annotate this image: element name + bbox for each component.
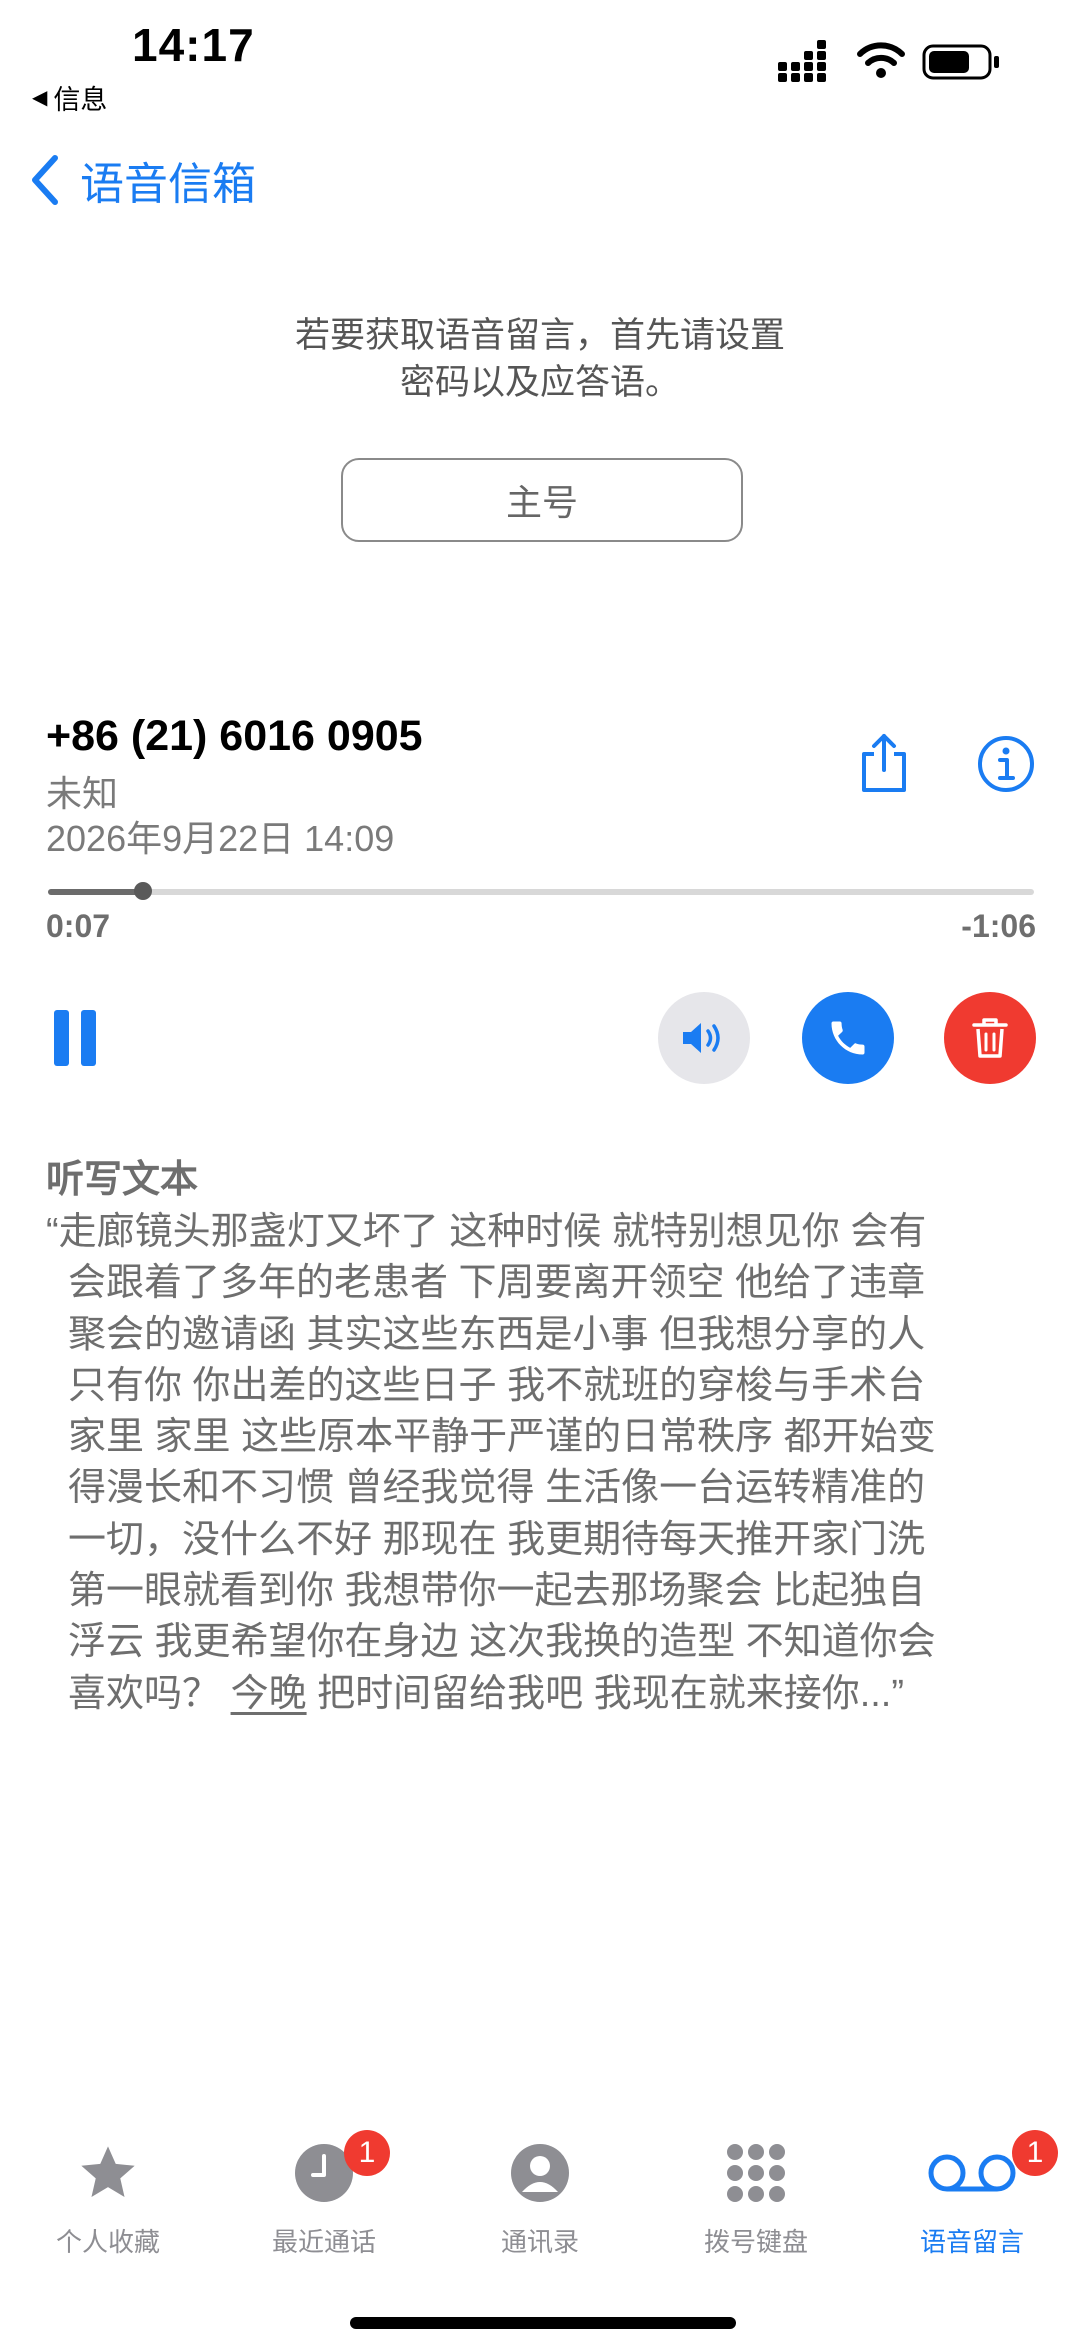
tab-favorites[interactable]: 个人收藏	[0, 2138, 216, 2259]
tab-recents-label: 最近通话	[271, 2227, 376, 2257]
transcript-line-last: 喜欢吗？ 今晚 把时间留给我吧 我现在就来接你...”	[46, 1669, 1046, 1720]
transcript-line: “走廊镜头那盏灯又坏了 这种时候 就特别想见你 会有	[46, 1211, 927, 1253]
setup-message: 若要获取语音留言，首先请设置 密码以及应答语。	[0, 312, 1080, 406]
star-icon	[81, 2146, 135, 2197]
transcript-line: 浮云 我更希望你在身边 这次我换的造型 不知道你会	[68, 1621, 936, 1664]
tab-voicemail[interactable]: 1 语音留言	[864, 2130, 1080, 2259]
call-back-button[interactable]	[802, 992, 894, 1084]
pause-button[interactable]	[54, 1010, 96, 1066]
transcript-line: 一切，没什么不好 那现在 我更期待每天推开家门洗	[68, 1518, 926, 1561]
tab-contacts-label: 通讯录	[500, 2227, 579, 2257]
transcript-date-link[interactable]: 今晚	[231, 1673, 307, 1715]
playback-progress-fill	[48, 889, 143, 895]
trash-icon	[972, 1018, 1008, 1058]
main-number-button[interactable]: 主号	[341, 458, 743, 542]
status-time: 14:17	[132, 19, 255, 71]
transcript-text: “走廊镜头那盏灯又坏了 这种时候 就特别想见你 会有 会跟着了多年的老患者 下周…	[46, 1207, 1046, 1720]
share-icon[interactable]	[856, 732, 912, 794]
transcript-line: 会跟着了多年的老患者 下周要离开领空 他给了违章	[68, 1262, 926, 1305]
voicemail-back-button[interactable]: 语音信箱	[30, 148, 256, 212]
recents-badge: 1	[344, 2130, 390, 2176]
info-icon[interactable]	[976, 734, 1036, 794]
caller-phone-number: +86 (21) 6016 0905	[46, 712, 423, 760]
transcript-line: 聚会的邀请函 其实这些东西是小事 但我想分享的人	[68, 1313, 926, 1356]
tab-favorites-label: 个人收藏	[55, 2227, 160, 2257]
transcript-line: 得漫长和不习惯 曾经我觉得 生活像一台运转精准的	[68, 1467, 926, 1510]
tab-keypad[interactable]: 拨号键盘	[648, 2138, 864, 2259]
tab-recents[interactable]: 1 最近通话	[216, 2130, 432, 2259]
speaker-icon	[683, 1023, 720, 1053]
elapsed-time: 0:07	[46, 908, 111, 944]
home-indicator[interactable]	[350, 2317, 736, 2329]
cellular-signal-icon	[778, 40, 826, 82]
remaining-time: -1:06	[961, 908, 1036, 944]
delete-button[interactable]	[944, 992, 1036, 1084]
tab-voicemail-label: 语音留言	[919, 2227, 1024, 2257]
transcript-line: 第一眼就看到你 我想带你一起去那场聚会 比起独自	[68, 1570, 926, 1613]
setup-line-2: 密码以及应答语。	[399, 363, 680, 402]
nav-back-label: 语音信箱	[80, 160, 256, 209]
back-to-app-link[interactable]: ◀ 信息	[32, 78, 107, 117]
wifi-icon	[857, 42, 905, 78]
phone-icon	[831, 1021, 865, 1055]
playback-track[interactable]	[48, 889, 1034, 895]
person-circle-icon	[511, 2144, 569, 2202]
pause-bar-right	[81, 1010, 96, 1066]
transcript-title: 听写文本	[46, 1159, 199, 1201]
transcript-line: 家里 家里 这些原本平静于严谨的日常秩序 都开始变	[68, 1416, 936, 1459]
voicemail-badge: 1	[1012, 2130, 1058, 2176]
voicemail-date: 2026年9月22日 14:09	[46, 818, 395, 859]
battery-icon	[922, 44, 999, 80]
speaker-button[interactable]	[658, 992, 750, 1084]
transcript-line: 只有你 你出差的这些日子 我不就班的穿梭与手术台	[68, 1364, 926, 1407]
back-triangle-icon: ◀	[32, 87, 48, 109]
setup-line-1: 若要获取语音留言，首先请设置	[294, 316, 785, 355]
tab-keypad-label: 拨号键盘	[703, 2227, 808, 2257]
chevron-left-icon	[32, 155, 58, 205]
transcript-last-pre: 喜欢吗？	[68, 1672, 231, 1715]
playback-scrubber-handle[interactable]	[134, 882, 152, 900]
transcript-last-post: 把时间留给我吧 我现在就来接你...”	[306, 1672, 905, 1715]
keypad-icon	[727, 2144, 785, 2202]
tab-contacts[interactable]: 通讯录	[432, 2138, 648, 2259]
pause-bar-left	[54, 1010, 69, 1066]
back-app-label: 信息	[53, 85, 108, 115]
voicemail-icon	[928, 2154, 1016, 2192]
